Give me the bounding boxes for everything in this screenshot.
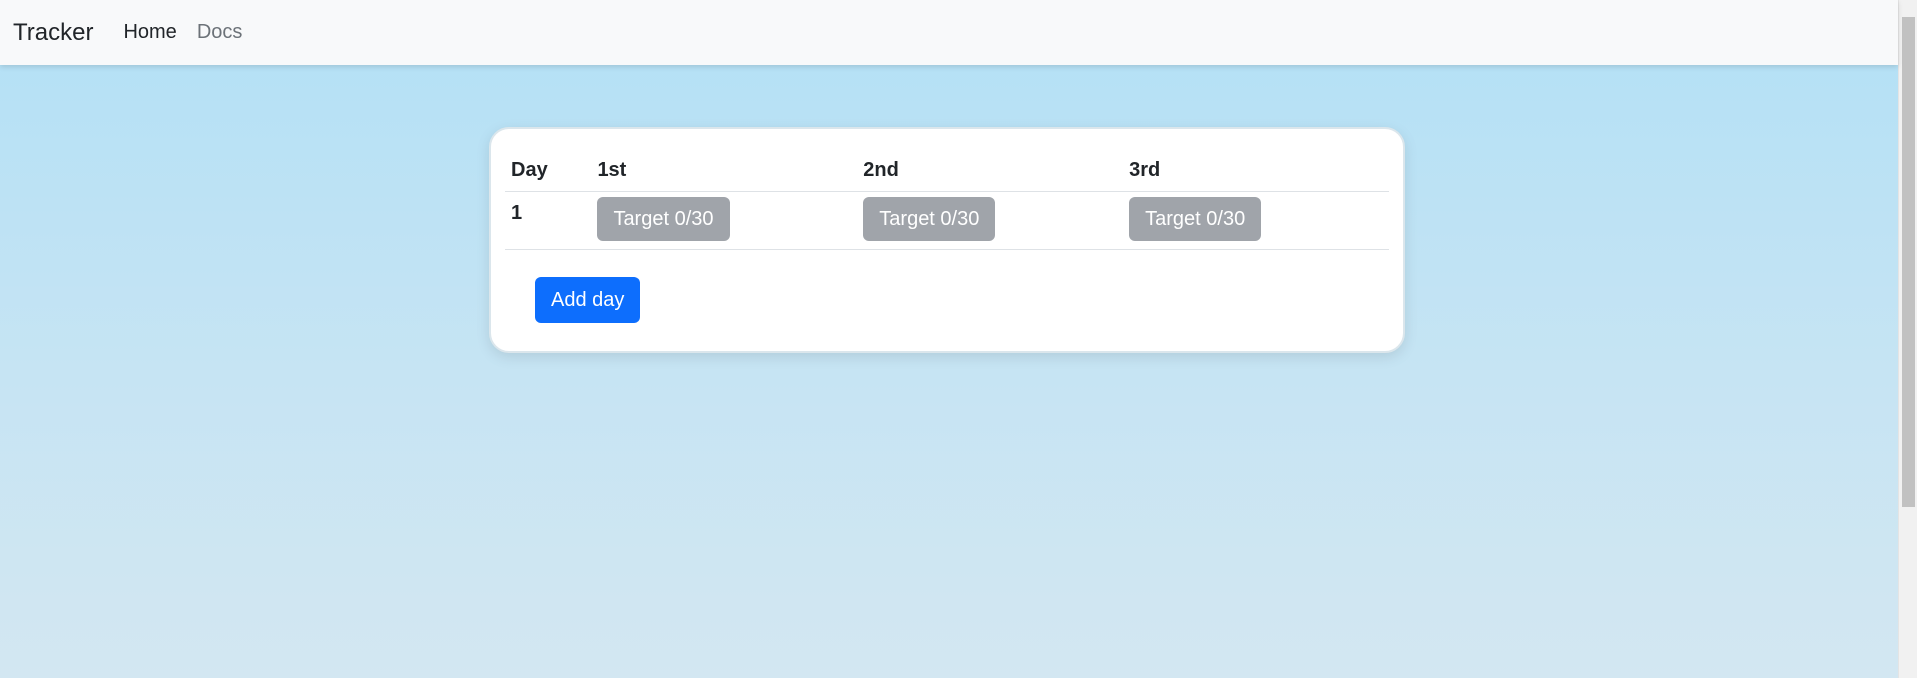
add-day-button[interactable]: Add day (535, 277, 641, 323)
table-row: 1 Target 0/30 Target 0/30 Target 0/30 (505, 191, 1389, 250)
nav-link-docs[interactable]: Docs (197, 21, 243, 44)
nav-link-home[interactable]: Home (123, 21, 176, 44)
navbar: Tracker Home Docs (0, 0, 1898, 65)
day-number: 1 (505, 191, 592, 250)
table-cell: Target 0/30 (591, 191, 858, 250)
column-header-2nd: 2nd (857, 149, 1124, 192)
scrollbar-thumb[interactable] (1902, 17, 1915, 507)
tracker-table: Day 1st 2nd 3rd 1 Target 0/30 Target 0/3… (505, 149, 1389, 250)
table-header-row: Day 1st 2nd 3rd (505, 149, 1389, 192)
column-header-3rd: 3rd (1123, 149, 1389, 192)
table-cell: Target 0/30 (857, 191, 1124, 250)
target-button-3rd[interactable]: Target 0/30 (1129, 197, 1262, 241)
vertical-scrollbar[interactable] (1898, 0, 1917, 678)
brand-link[interactable]: Tracker (13, 19, 93, 47)
target-button-2nd[interactable]: Target 0/30 (863, 197, 996, 241)
table-cell: Target 0/30 (1123, 191, 1389, 250)
column-header-1st: 1st (591, 149, 858, 192)
column-header-day: Day (505, 149, 592, 192)
target-button-1st[interactable]: Target 0/30 (597, 197, 730, 241)
tracker-card: Day 1st 2nd 3rd 1 Target 0/30 Target 0/3… (489, 127, 1405, 353)
